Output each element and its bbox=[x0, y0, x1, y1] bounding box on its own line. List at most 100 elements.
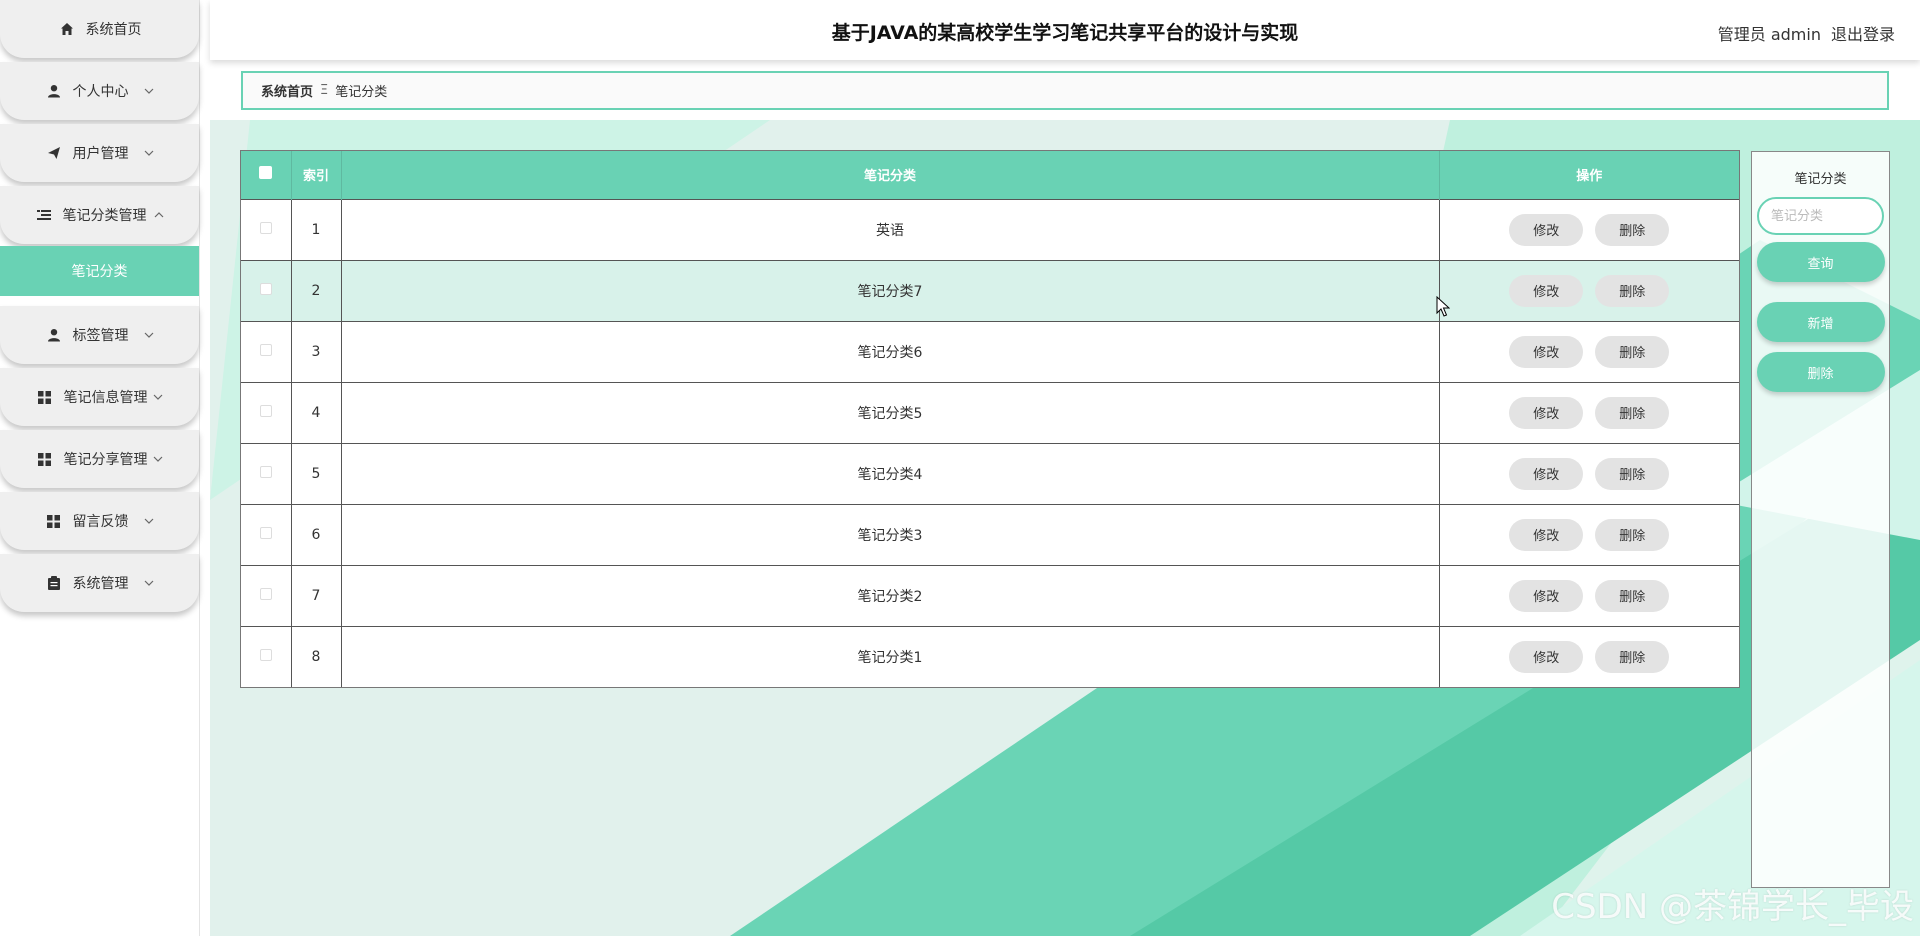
edit-button[interactable]: 修改 bbox=[1509, 457, 1584, 490]
user-icon bbox=[45, 326, 63, 344]
page-title: 基于JAVA的某高校学生学习笔记共享平台的设计与实现 bbox=[831, 22, 1299, 44]
sidebar-item-profile[interactable]: 个人中心 bbox=[0, 62, 199, 120]
column-header-index: 索引 bbox=[291, 151, 342, 199]
row-index: 4 bbox=[291, 381, 342, 443]
edit-button[interactable]: 修改 bbox=[1509, 213, 1584, 246]
row-index: 2 bbox=[291, 259, 342, 321]
grid-icon bbox=[36, 450, 54, 468]
row-select-cell bbox=[241, 625, 292, 687]
edit-button[interactable]: 修改 bbox=[1509, 579, 1584, 612]
row-category: 英语 bbox=[341, 198, 1440, 260]
row-checkbox[interactable] bbox=[259, 465, 272, 478]
sidebar-item-feedback[interactable]: 留言反馈 bbox=[0, 492, 199, 550]
chevron-down-icon bbox=[143, 577, 155, 589]
current-user-label: 管理员 admin bbox=[1717, 25, 1821, 44]
row-category: 笔记分类1 bbox=[341, 625, 1440, 687]
category-search-input[interactable] bbox=[1757, 197, 1884, 235]
row-checkbox[interactable] bbox=[259, 282, 272, 295]
delete-button[interactable]: 删除 bbox=[1595, 579, 1670, 612]
send-icon bbox=[45, 144, 63, 162]
row-select-cell bbox=[241, 259, 292, 321]
table-row: 8 笔记分类1 修改 删除 bbox=[241, 625, 1739, 687]
sidebar-item-label: 系统首页 bbox=[85, 22, 142, 38]
edit-button[interactable]: 修改 bbox=[1509, 274, 1584, 307]
select-all-checkbox[interactable] bbox=[259, 166, 273, 180]
user-icon bbox=[45, 82, 63, 100]
sidebar-item-note-info[interactable]: 笔记信息管理 bbox=[0, 368, 199, 426]
edit-button[interactable]: 修改 bbox=[1509, 518, 1584, 551]
row-ops: 修改 删除 bbox=[1439, 564, 1739, 626]
row-checkbox[interactable] bbox=[259, 526, 272, 539]
delete-button[interactable]: 删除 bbox=[1595, 518, 1670, 551]
row-category: 笔记分类4 bbox=[341, 442, 1440, 504]
sidebar-item-label: 笔记信息管理 bbox=[63, 390, 148, 406]
row-select-cell bbox=[241, 564, 292, 626]
row-select-cell bbox=[241, 198, 292, 260]
query-button[interactable]: 查询 bbox=[1756, 242, 1885, 282]
chevron-down-icon bbox=[143, 329, 155, 341]
sidebar-item-note-share[interactable]: 笔记分享管理 bbox=[0, 430, 199, 488]
table-header-row: 索引 笔记分类 操作 bbox=[241, 151, 1739, 199]
breadcrumb-home[interactable]: 系统首页 bbox=[261, 81, 313, 100]
edit-button[interactable]: 修改 bbox=[1509, 396, 1584, 429]
sidebar-item-label: 笔记分类管理 bbox=[62, 208, 147, 224]
sidebar-item-label: 系统管理 bbox=[72, 576, 129, 592]
row-checkbox[interactable] bbox=[259, 343, 272, 356]
table-row: 1 英语 修改 删除 bbox=[241, 198, 1739, 260]
table-row: 5 笔记分类4 修改 删除 bbox=[241, 442, 1739, 504]
row-index: 6 bbox=[291, 503, 342, 565]
breadcrumb-separator-icon: Ξ bbox=[320, 83, 329, 98]
sidebar-subitem-note-category[interactable]: 笔记分类 bbox=[0, 246, 199, 296]
sidebar-item-tags[interactable]: 标签管理 bbox=[0, 306, 199, 364]
grid-icon bbox=[36, 388, 54, 406]
row-category: 笔记分类7 bbox=[341, 259, 1440, 321]
delete-button[interactable]: 删除 bbox=[1595, 396, 1670, 429]
logout-link[interactable]: 退出登录 bbox=[1831, 21, 1895, 45]
delete-button[interactable]: 删除 bbox=[1595, 457, 1670, 490]
mouse-cursor-icon bbox=[1436, 296, 1450, 317]
home-icon bbox=[58, 20, 76, 38]
search-panel: 笔记分类 查询 新增 删除 bbox=[1751, 151, 1890, 888]
clipboard-icon bbox=[45, 574, 63, 592]
row-select-cell bbox=[241, 381, 292, 443]
sidebar-item-category-management[interactable]: 笔记分类管理 bbox=[0, 186, 199, 244]
chevron-down-icon bbox=[143, 515, 155, 527]
row-checkbox[interactable] bbox=[259, 404, 272, 417]
edit-button[interactable]: 修改 bbox=[1509, 335, 1584, 368]
delete-button[interactable]: 删除 bbox=[1595, 213, 1670, 246]
row-select-cell bbox=[241, 320, 292, 382]
row-ops: 修改 删除 bbox=[1439, 625, 1739, 687]
table-row: 2 笔记分类7 修改 删除 bbox=[241, 259, 1739, 321]
row-ops: 修改 删除 bbox=[1439, 503, 1739, 565]
sidebar-item-home[interactable]: 系统首页 bbox=[0, 0, 199, 58]
row-checkbox[interactable] bbox=[259, 648, 272, 661]
row-index: 1 bbox=[291, 198, 342, 260]
row-checkbox[interactable] bbox=[259, 587, 272, 600]
sidebar-item-system[interactable]: 系统管理 bbox=[0, 554, 199, 612]
add-button[interactable]: 新增 bbox=[1756, 302, 1885, 342]
row-ops: 修改 删除 bbox=[1439, 381, 1739, 443]
watermark-text: CSDN @茶锦学长_毕设 bbox=[1551, 887, 1914, 927]
category-table: 索引 笔记分类 操作 1 英语 修改 删除 2 笔记分类7 修改 删除 3 笔记分类6 修改 删除 4 笔… bbox=[240, 150, 1740, 688]
chevron-down-icon bbox=[152, 391, 164, 403]
row-category: 笔记分类6 bbox=[341, 320, 1440, 382]
table-row: 7 笔记分类2 修改 删除 bbox=[241, 564, 1739, 626]
row-select-cell bbox=[241, 442, 292, 504]
search-field-label: 笔记分类 bbox=[1794, 172, 1847, 187]
batch-delete-button[interactable]: 删除 bbox=[1756, 352, 1885, 392]
row-category: 笔记分类2 bbox=[341, 564, 1440, 626]
sidebar-item-users[interactable]: 用户管理 bbox=[0, 124, 199, 182]
chevron-down-icon bbox=[152, 453, 164, 465]
row-index: 3 bbox=[291, 320, 342, 382]
sidebar-item-label: 留言反馈 bbox=[72, 514, 129, 530]
delete-button[interactable]: 删除 bbox=[1595, 335, 1670, 368]
row-checkbox[interactable] bbox=[259, 221, 272, 234]
table-row: 3 笔记分类6 修改 删除 bbox=[241, 320, 1739, 382]
chevron-up-icon bbox=[153, 209, 165, 221]
table-row: 4 笔记分类5 修改 删除 bbox=[241, 381, 1739, 443]
delete-button[interactable]: 删除 bbox=[1595, 274, 1670, 307]
delete-button[interactable]: 删除 bbox=[1595, 640, 1670, 673]
chevron-down-icon bbox=[143, 147, 155, 159]
row-ops: 修改 删除 bbox=[1439, 259, 1739, 321]
edit-button[interactable]: 修改 bbox=[1509, 640, 1584, 673]
